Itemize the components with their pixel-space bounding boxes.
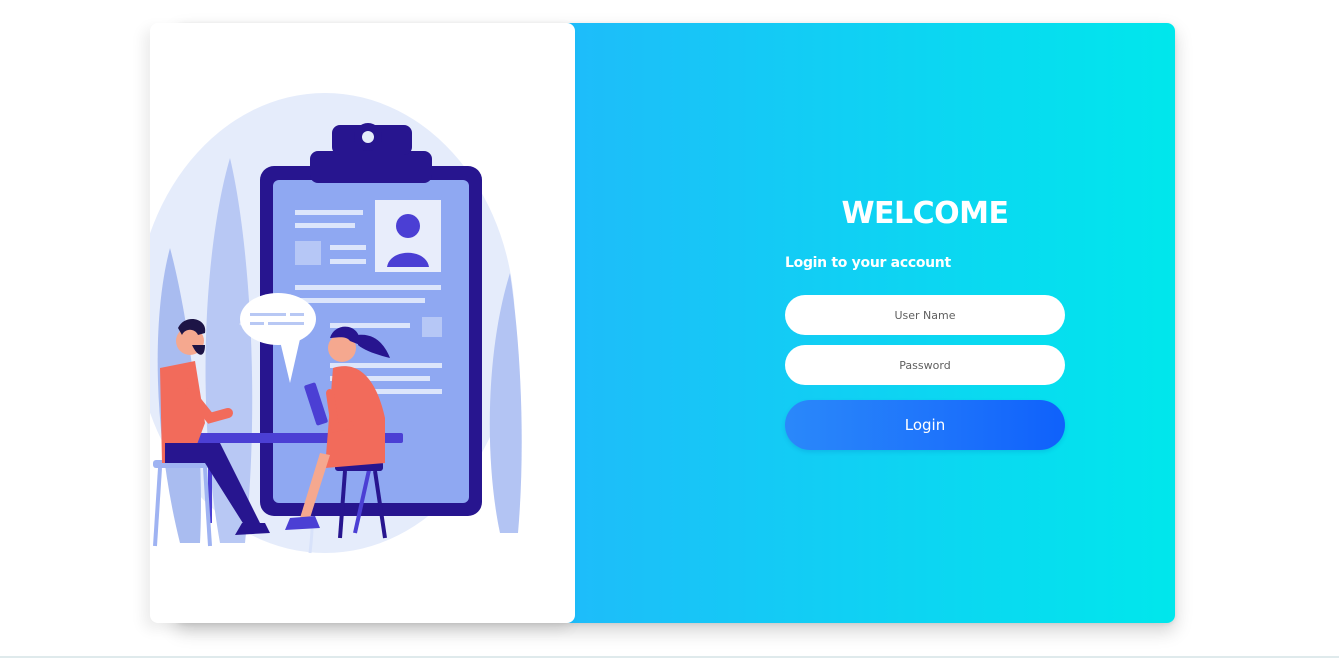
woman-shoe-icon xyxy=(285,516,320,530)
paper-line-icon xyxy=(295,210,363,215)
paper-image-icon xyxy=(295,241,321,265)
login-page: WELCOME Login to your account Login xyxy=(0,0,1339,658)
bubble-line-icon xyxy=(250,313,286,316)
interview-illustration-icon xyxy=(150,93,522,554)
bubble-line-icon xyxy=(290,313,304,316)
login-button[interactable]: Login xyxy=(785,400,1065,450)
profile-head-icon xyxy=(396,214,420,238)
paper-line-icon xyxy=(295,285,441,290)
paper-image-icon xyxy=(422,317,442,337)
username-input[interactable] xyxy=(785,295,1065,335)
password-input[interactable] xyxy=(785,345,1065,385)
speech-bubble-icon xyxy=(240,293,316,345)
login-subtitle: Login to your account xyxy=(785,255,951,271)
chair-leg-icon xyxy=(153,467,162,547)
bubble-line-icon xyxy=(250,322,264,325)
paper-line-icon xyxy=(330,259,366,264)
paper-line-icon xyxy=(330,245,366,250)
paper-line-icon xyxy=(295,298,425,303)
bubble-line-icon xyxy=(268,322,304,325)
clipboard-hole-icon xyxy=(362,131,374,143)
clipboard-clip-icon xyxy=(310,151,432,183)
welcome-heading: WELCOME xyxy=(841,196,1009,231)
illustration-panel xyxy=(150,23,575,623)
paper-line-icon xyxy=(295,223,355,228)
